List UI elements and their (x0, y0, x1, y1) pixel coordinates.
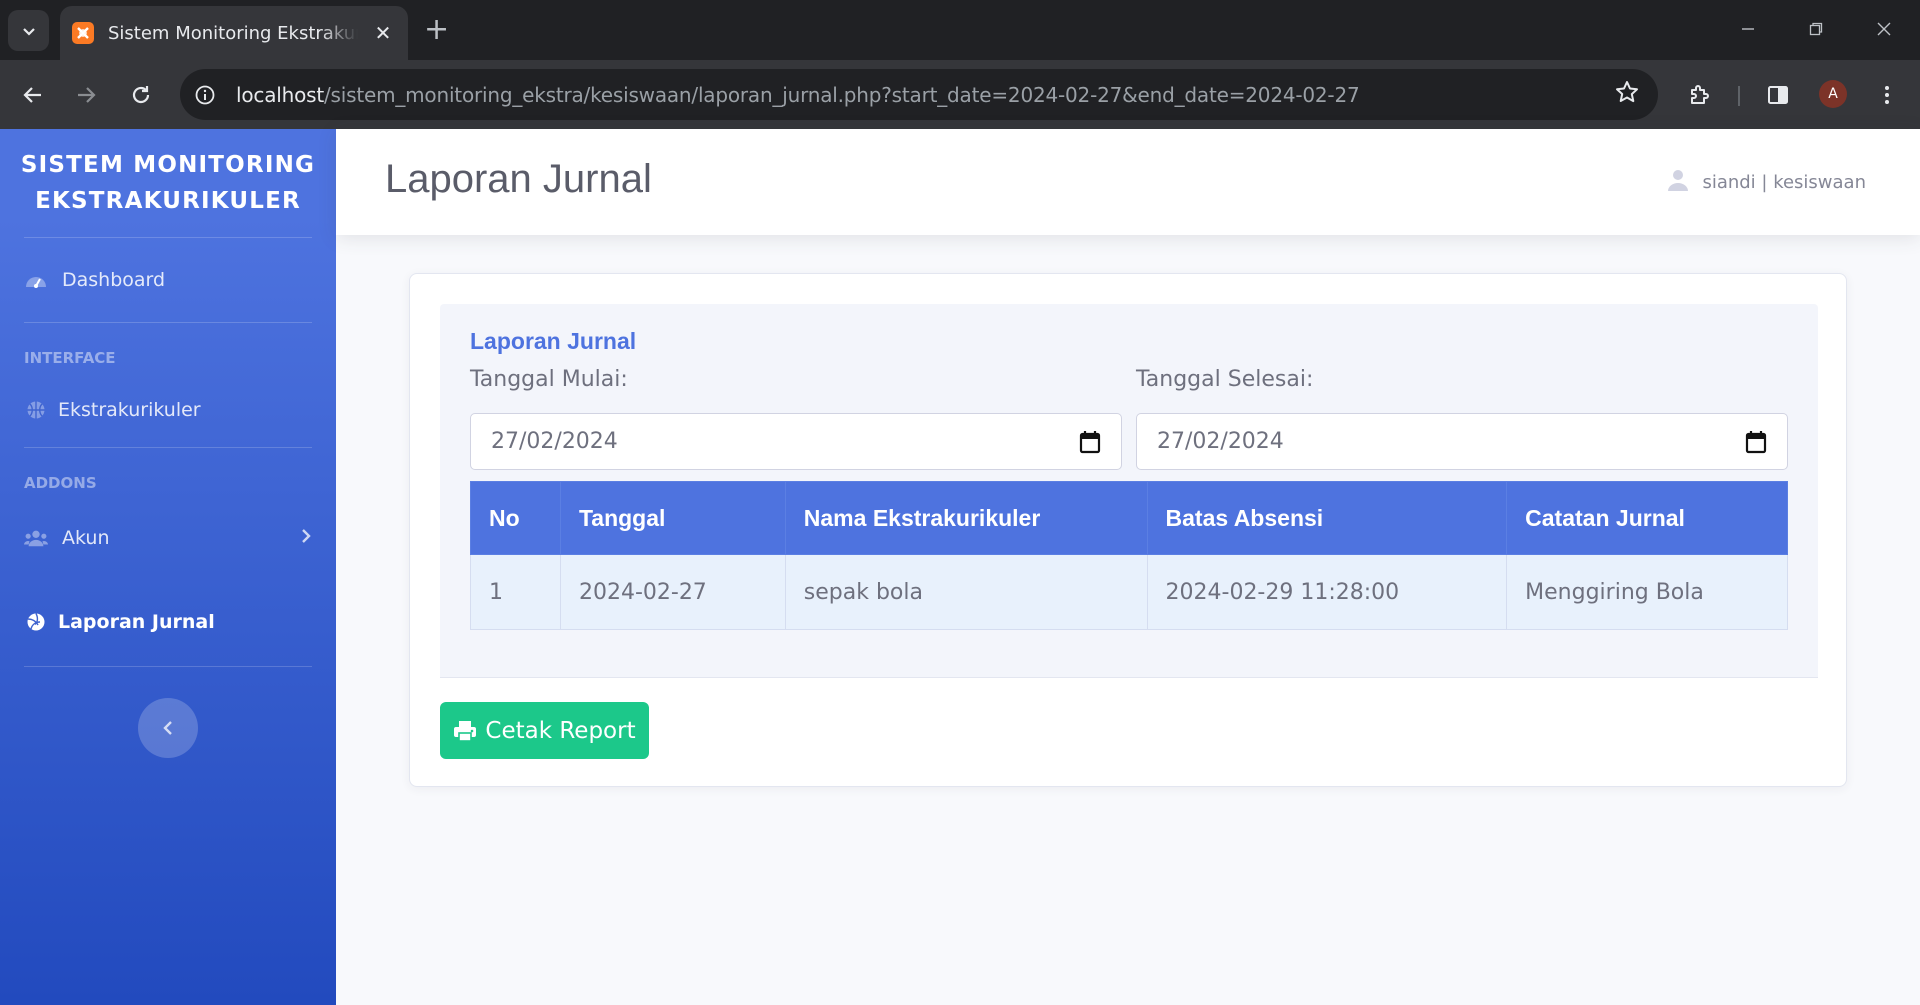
chevron-left-icon (163, 721, 172, 735)
volleyball-icon (24, 610, 48, 634)
side-panel-icon (1768, 86, 1788, 104)
browser-tab-strip: Sistem Monitoring Ekstrakurikuler ✕ + (0, 0, 1920, 60)
users-icon (24, 526, 48, 550)
kebab-menu-icon (1885, 86, 1889, 104)
url-host: localhost (236, 82, 324, 107)
column-header-tanggal: Tanggal (559, 481, 786, 555)
xampp-favicon-icon (72, 22, 94, 44)
cell-batas-absensi: 2024-02-29 11:28:00 (1146, 554, 1508, 630)
user-icon (1668, 169, 1689, 196)
sidebar: SISTEM MONITORING EKSTRAKURIKULER Dashbo… (0, 129, 336, 1005)
tab-search-button[interactable] (8, 10, 49, 51)
report-heading: Laporan Jurnal (470, 328, 637, 354)
basketball-icon (24, 398, 48, 422)
brand-line-1: SISTEM MONITORING (20, 152, 316, 178)
chevron-right-icon (300, 527, 312, 549)
user-name: siandi | kesiswaan (1702, 172, 1866, 193)
minimize-icon (1742, 28, 1754, 30)
sidebar-item-ekstrakurikuler[interactable]: Ekstrakurikuler (0, 373, 336, 447)
new-tab-button[interactable]: + (424, 12, 449, 48)
sidebar-toggle-button[interactable] (138, 698, 198, 758)
sidebar-divider (24, 666, 312, 667)
sidebar-heading-interface: INTERFACE (24, 349, 116, 367)
end-date-label: Tanggal Selesai: (1136, 367, 1314, 392)
calendar-icon[interactable] (1079, 430, 1101, 460)
sidebar-item-label: Akun (62, 527, 110, 549)
tab-close-icon[interactable]: ✕ (370, 21, 396, 45)
cell-no: 1 (470, 554, 561, 630)
close-window-button[interactable] (1862, 12, 1906, 46)
sidebar-brand[interactable]: SISTEM MONITORING EKSTRAKURIKULER (0, 129, 336, 237)
url-text: localhost/sistem_monitoring_ekstra/kesis… (236, 83, 1360, 107)
report-card: Laporan Jurnal Tanggal Mulai: 27/02/2024… (409, 273, 1847, 787)
sidebar-item-laporan-jurnal[interactable]: Laporan Jurnal (0, 578, 336, 666)
column-header-batas-absensi: Batas Absensi (1146, 481, 1508, 555)
page-title: Laporan Jurnal (385, 157, 652, 201)
start-date-value: 27/02/2024 (491, 429, 618, 454)
close-icon (1877, 22, 1891, 36)
end-date-value: 27/02/2024 (1157, 429, 1284, 454)
cell-nama-ekstrakurikuler: sepak bola (784, 554, 1148, 630)
browser-menu-button[interactable] (1868, 76, 1906, 114)
print-report-label: Cetak Report (485, 717, 636, 744)
table-header-row: No Tanggal Nama Ekstrakurikuler Batas Ab… (470, 481, 1788, 555)
profile-avatar[interactable]: A (1819, 80, 1847, 108)
bookmark-star-icon[interactable] (1614, 79, 1640, 109)
back-button[interactable] (14, 76, 52, 114)
browser-tab-active[interactable]: Sistem Monitoring Ekstrakurikuler ✕ (60, 6, 408, 60)
column-header-no: No (470, 481, 561, 555)
arrow-right-icon (78, 87, 96, 103)
column-header-catatan-jurnal: Catatan Jurnal (1506, 481, 1788, 555)
cell-catatan-jurnal: Menggiring Bola (1506, 554, 1788, 630)
toolbar-divider (1738, 86, 1740, 106)
tachometer-icon (24, 268, 48, 292)
sidebar-item-dashboard[interactable]: Dashboard (0, 238, 336, 322)
side-panel-button[interactable] (1759, 76, 1797, 114)
address-bar[interactable]: localhost/sistem_monitoring_ekstra/kesis… (180, 69, 1658, 120)
sidebar-item-akun[interactable]: Akun (0, 498, 336, 578)
puzzle-icon (1691, 85, 1709, 104)
arrow-left-icon (23, 87, 41, 103)
print-icon (453, 719, 477, 743)
restore-icon (1809, 22, 1823, 36)
extensions-button[interactable] (1680, 76, 1718, 114)
site-info-icon[interactable] (184, 74, 226, 116)
print-report-button[interactable]: Cetak Report (440, 702, 649, 759)
browser-toolbar: localhost/sistem_monitoring_ekstra/kesis… (0, 60, 1920, 129)
reload-icon (132, 86, 150, 104)
topbar: Laporan Jurnal siandi | kesiswaan (336, 129, 1920, 235)
forward-button[interactable] (67, 76, 105, 114)
restore-button[interactable] (1794, 12, 1838, 46)
sidebar-item-label: Ekstrakurikuler (58, 399, 201, 421)
start-date-label: Tanggal Mulai: (470, 367, 628, 392)
calendar-icon[interactable] (1745, 430, 1767, 460)
tab-title: Sistem Monitoring Ekstrakurikuler (108, 22, 358, 44)
reload-button[interactable] (122, 76, 160, 114)
sidebar-item-label: Dashboard (62, 269, 166, 291)
sidebar-heading-addons: ADDONS (24, 474, 97, 492)
table-row: 1 2024-02-27 sepak bola 2024-02-29 11:28… (470, 554, 1788, 630)
url-path: /sistem_monitoring_ekstra/kesiswaan/lapo… (323, 82, 1360, 107)
cell-tanggal: 2024-02-27 (559, 554, 786, 630)
chevron-down-icon (22, 27, 35, 36)
end-date-input[interactable]: 27/02/2024 (1136, 413, 1788, 470)
minimize-button[interactable] (1726, 12, 1770, 46)
brand-line-2: EKSTRAKURIKULER (35, 188, 301, 214)
report-card-header: Laporan Jurnal Tanggal Mulai: 27/02/2024… (440, 304, 1818, 678)
start-date-input[interactable]: 27/02/2024 (470, 413, 1122, 470)
sidebar-item-label: Laporan Jurnal (58, 611, 215, 633)
user-dropdown[interactable]: siandi | kesiswaan (1668, 169, 1866, 196)
column-header-nama-ekstrakurikuler: Nama Ekstrakurikuler (784, 481, 1148, 555)
jurnal-table: No Tanggal Nama Ekstrakurikuler Batas Ab… (470, 481, 1788, 630)
